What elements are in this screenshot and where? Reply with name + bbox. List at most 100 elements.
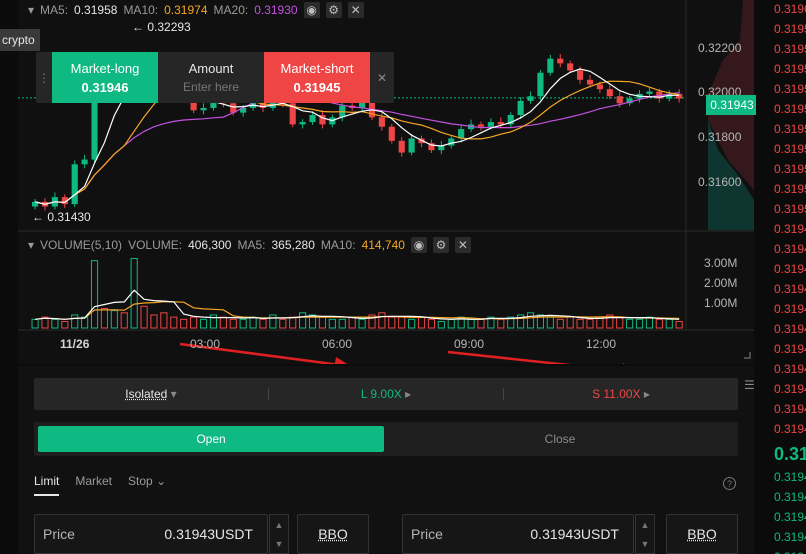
gear-icon[interactable]: ⚙ [326,2,342,18]
volume-close-icon[interactable]: ✕ [455,237,471,253]
volume-bar [676,321,682,328]
time-axis-label: 12:00 [586,337,616,351]
bid-price[interactable]: 0.3194 [774,530,806,544]
tab-stop[interactable]: Stop ⌄ [128,474,166,496]
ask-price[interactable]: 0.3194 [774,422,806,436]
ask-price[interactable]: 0.3195 [774,22,806,36]
volume-bar [577,319,583,328]
volume-bar [359,319,365,328]
panel-menu-icon[interactable]: ☰ [744,378,755,392]
ask-price[interactable]: 0.3194 [774,322,806,336]
long-leverage-label: L 9.00X [361,387,402,401]
ask-price[interactable]: 0.3195 [774,142,806,156]
tab-market[interactable]: Market [75,474,112,496]
ask-price[interactable]: 0.3194 [774,242,806,256]
ask-price[interactable]: 0.3195 [774,182,806,196]
candle-body [448,138,454,145]
ask-price[interactable]: 0.3194 [774,222,806,236]
ask-price[interactable]: 0.3196 [774,2,806,16]
volume-bar [339,319,345,328]
ask-price[interactable]: 0.3195 [774,42,806,56]
candle-body [399,141,405,153]
bbo-button[interactable]: BBO [666,514,738,554]
bbo-button[interactable]: BBO [297,514,369,554]
chevron-down-icon[interactable]: ▼ [641,539,650,549]
volume-gear-icon[interactable]: ⚙ [433,237,449,253]
price-input-short[interactable]: Price 0.31943 USDT [402,514,634,554]
long-leverage-button[interactable]: L 9.00X ▸ [269,387,503,401]
ask-price[interactable]: 0.3195 [774,82,806,96]
tab-open[interactable]: Open [38,426,384,452]
price-unit: USDT [215,526,253,542]
volume-bar [646,317,652,328]
volume-value: 406,300 [188,238,231,252]
candle-body [577,70,583,79]
ask-price[interactable]: 0.3195 [774,62,806,76]
volume-collapse-icon[interactable]: ▾ [28,238,34,252]
close-icon[interactable]: ✕ [348,2,364,18]
crypto-tag[interactable]: crypto [0,29,40,51]
bid-price[interactable]: 0.3194 [774,490,806,504]
ask-price[interactable]: 0.3195 [774,122,806,136]
volume-bar [171,317,177,328]
price-label: Price [411,526,443,542]
price-input-long[interactable]: Price 0.31943 USDT [34,514,268,554]
ask-price[interactable]: 0.3195 [774,102,806,116]
eye-icon[interactable]: ◉ [304,2,320,18]
volume-axis-label: 3.00M [704,256,737,270]
main-legend: ▾ MA5: 0.31958 MA10: 0.31974 MA20: 0.31930 … [28,2,364,18]
ask-price[interactable]: 0.3194 [774,302,806,316]
red-arrow-head [334,357,352,364]
volume-bar [260,319,266,328]
bid-price[interactable]: 0.3194 [774,470,806,484]
collapse-icon[interactable]: ▾ [28,3,34,17]
help-icon[interactable]: ? [723,477,736,490]
ask-price[interactable]: 0.3195 [774,202,806,216]
bid-price[interactable]: 0.3194 [774,550,806,554]
volume-bar [161,313,167,328]
ask-price[interactable]: 0.3194 [774,262,806,276]
ask-price[interactable]: 0.3195 [774,162,806,176]
tab-limit[interactable]: Limit [34,474,59,496]
amount-placeholder[interactable]: Enter here [183,80,239,94]
amount-field[interactable]: Amount Enter here [158,52,264,103]
tab-close[interactable]: Close [386,426,734,452]
price-axis-label: 0.31800 [698,130,741,144]
low-annotation: ← 0.31430 [32,210,91,224]
panel-close-icon[interactable]: ✕ [370,52,394,103]
high-annotation: ← 0.32293 [132,20,191,34]
market-long-button[interactable]: Market-long 0.31946 [52,52,158,103]
chevron-down-icon: ⌄ [156,474,166,488]
ask-price[interactable]: 0.3194 [774,402,806,416]
price-axis-label: 0.31600 [698,175,741,189]
ma20-label: MA20: [214,3,249,17]
chevron-up-icon[interactable]: ▲ [641,520,650,530]
candle-body [72,164,78,204]
chevron-down-icon[interactable]: ▼ [275,539,284,549]
volume-eye-icon[interactable]: ◉ [411,237,427,253]
short-leverage-button[interactable]: S 11.00X ▸ [504,387,738,401]
price-axis-label: 0.32200 [698,41,741,55]
ask-price[interactable]: 0.3194 [774,342,806,356]
margin-mode-select[interactable]: Isolated ▾ [34,387,268,401]
candle-body [409,138,415,152]
chevron-up-icon[interactable]: ▲ [275,520,284,530]
ma10-label: MA10: [123,3,158,17]
candle-body [587,80,593,85]
candle-body [557,59,563,64]
price-stepper[interactable]: ▲ ▼ [269,514,289,554]
leverage-bar: Isolated ▾ L 9.00X ▸ S 11.00X ▸ [34,378,738,410]
price-label: Price [43,526,75,542]
volume-ma10-line [35,302,679,320]
candle-body [200,108,206,110]
volume-bar [636,319,642,328]
ask-price[interactable]: 0.3194 [774,382,806,396]
drag-handle-icon[interactable]: ⋮ [36,52,52,103]
price-stepper[interactable]: ▲ ▼ [635,514,655,554]
market-long-label: Market-long [71,61,140,76]
volume-bar [349,317,355,328]
ask-price[interactable]: 0.3194 [774,282,806,296]
ask-price[interactable]: 0.3194 [774,362,806,376]
market-short-button[interactable]: Market-short 0.31945 [264,52,370,103]
bid-price[interactable]: 0.3194 [774,510,806,524]
